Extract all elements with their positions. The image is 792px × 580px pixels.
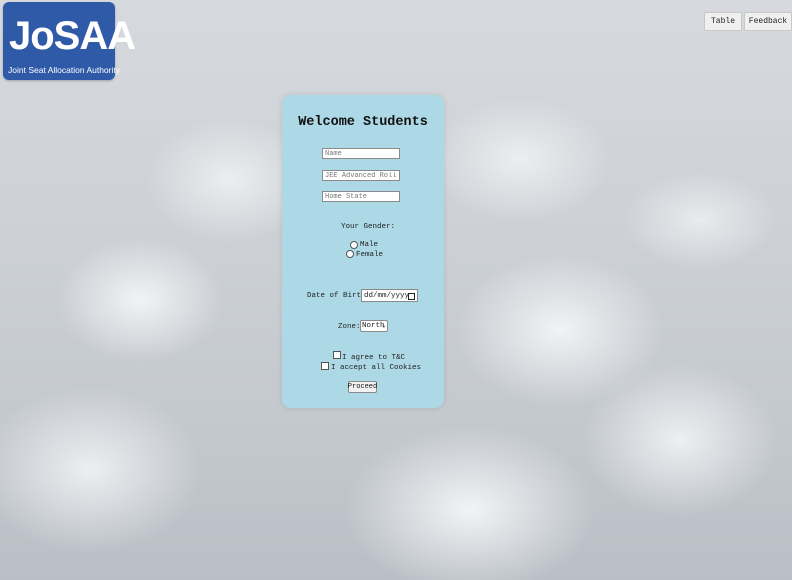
josaa-logo[interactable]: JoSAA Joint Seat Allocation Authority — [3, 2, 136, 80]
registration-card: Welcome Students Your Gender: Male Femal… — [282, 95, 444, 408]
cookies-label: I accept all Cookies — [331, 364, 422, 372]
logo-mark: JoSAA — [9, 14, 136, 58]
dob-input[interactable]: dd/mm/yyyy — [361, 289, 418, 302]
roll-number-input[interactable] — [322, 170, 400, 181]
logo-subtitle: Joint Seat Allocation Authority — [8, 65, 120, 75]
terms-checkbox[interactable] — [333, 351, 341, 359]
proceed-button[interactable]: Proceed — [348, 381, 377, 393]
terms-label: I agree to T&C — [342, 354, 406, 362]
home-state-input[interactable] — [322, 191, 400, 202]
gender-male-label: Male — [360, 241, 379, 249]
gender-female-radio[interactable] — [346, 250, 354, 258]
gender-male-radio[interactable] — [350, 241, 358, 249]
gender-label: Your Gender: — [341, 223, 396, 231]
gender-female-label: Female — [356, 251, 384, 259]
cookies-checkbox[interactable] — [321, 362, 329, 370]
chevron-down-icon: ⌄ — [381, 322, 386, 330]
zone-label: Zone: — [338, 323, 361, 331]
calendar-icon[interactable] — [408, 293, 415, 300]
name-input[interactable] — [322, 148, 400, 159]
feedback-button[interactable]: Feedback — [744, 12, 792, 31]
dob-placeholder: dd/mm/yyyy — [364, 291, 410, 300]
table-button[interactable]: Table — [704, 12, 742, 31]
form-title: Welcome Students — [298, 115, 428, 130]
zone-select[interactable]: North ⌄ — [360, 320, 388, 332]
